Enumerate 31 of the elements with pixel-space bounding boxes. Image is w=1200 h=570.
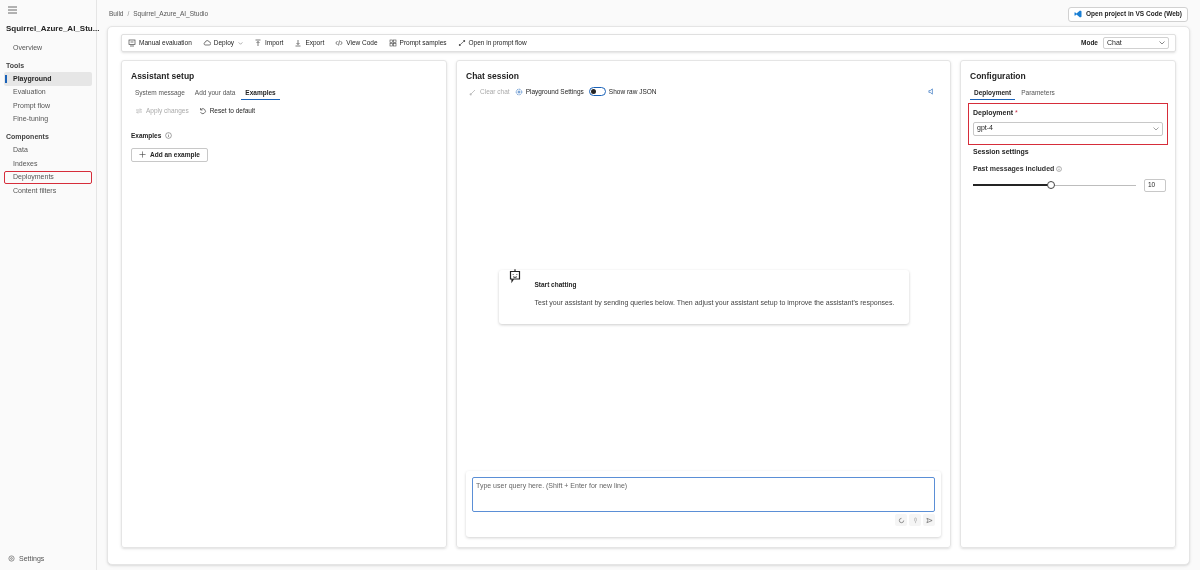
plus-icon — [139, 151, 146, 158]
info-icon[interactable] — [165, 132, 173, 140]
flow-icon — [457, 39, 466, 47]
upload-icon — [254, 39, 262, 47]
refresh-button[interactable] — [895, 514, 907, 526]
send-icon — [925, 516, 933, 524]
menu-icon[interactable] — [8, 6, 17, 14]
download-icon — [294, 39, 303, 47]
send-button[interactable] — [923, 514, 935, 526]
microphone-icon — [911, 516, 919, 524]
project-name[interactable]: Squirrel_Azure_AI_Stu... — [6, 23, 100, 35]
caret-icon — [1159, 41, 1165, 45]
settings-icon[interactable] — [8, 555, 15, 563]
microphone-button[interactable] — [909, 514, 921, 526]
info-icon[interactable] — [1056, 166, 1063, 173]
speaker-icon[interactable] — [928, 88, 935, 96]
screen-icon — [128, 39, 136, 47]
panel-title: Assistant setup — [131, 69, 196, 83]
slider[interactable] — [973, 180, 1136, 190]
swap-icon — [135, 106, 143, 115]
settings-icon — [514, 87, 523, 96]
refresh-icon — [897, 516, 905, 524]
caret-icon — [1153, 126, 1159, 131]
code-icon — [335, 39, 344, 47]
reset-icon — [198, 106, 207, 115]
panel-title: Chat session — [466, 69, 520, 83]
vscode-icon — [1074, 10, 1083, 18]
robot-icon — [508, 267, 521, 284]
panel-title: Configuration — [970, 69, 1027, 83]
cloud-icon — [202, 39, 211, 47]
grid-icon — [388, 39, 397, 47]
